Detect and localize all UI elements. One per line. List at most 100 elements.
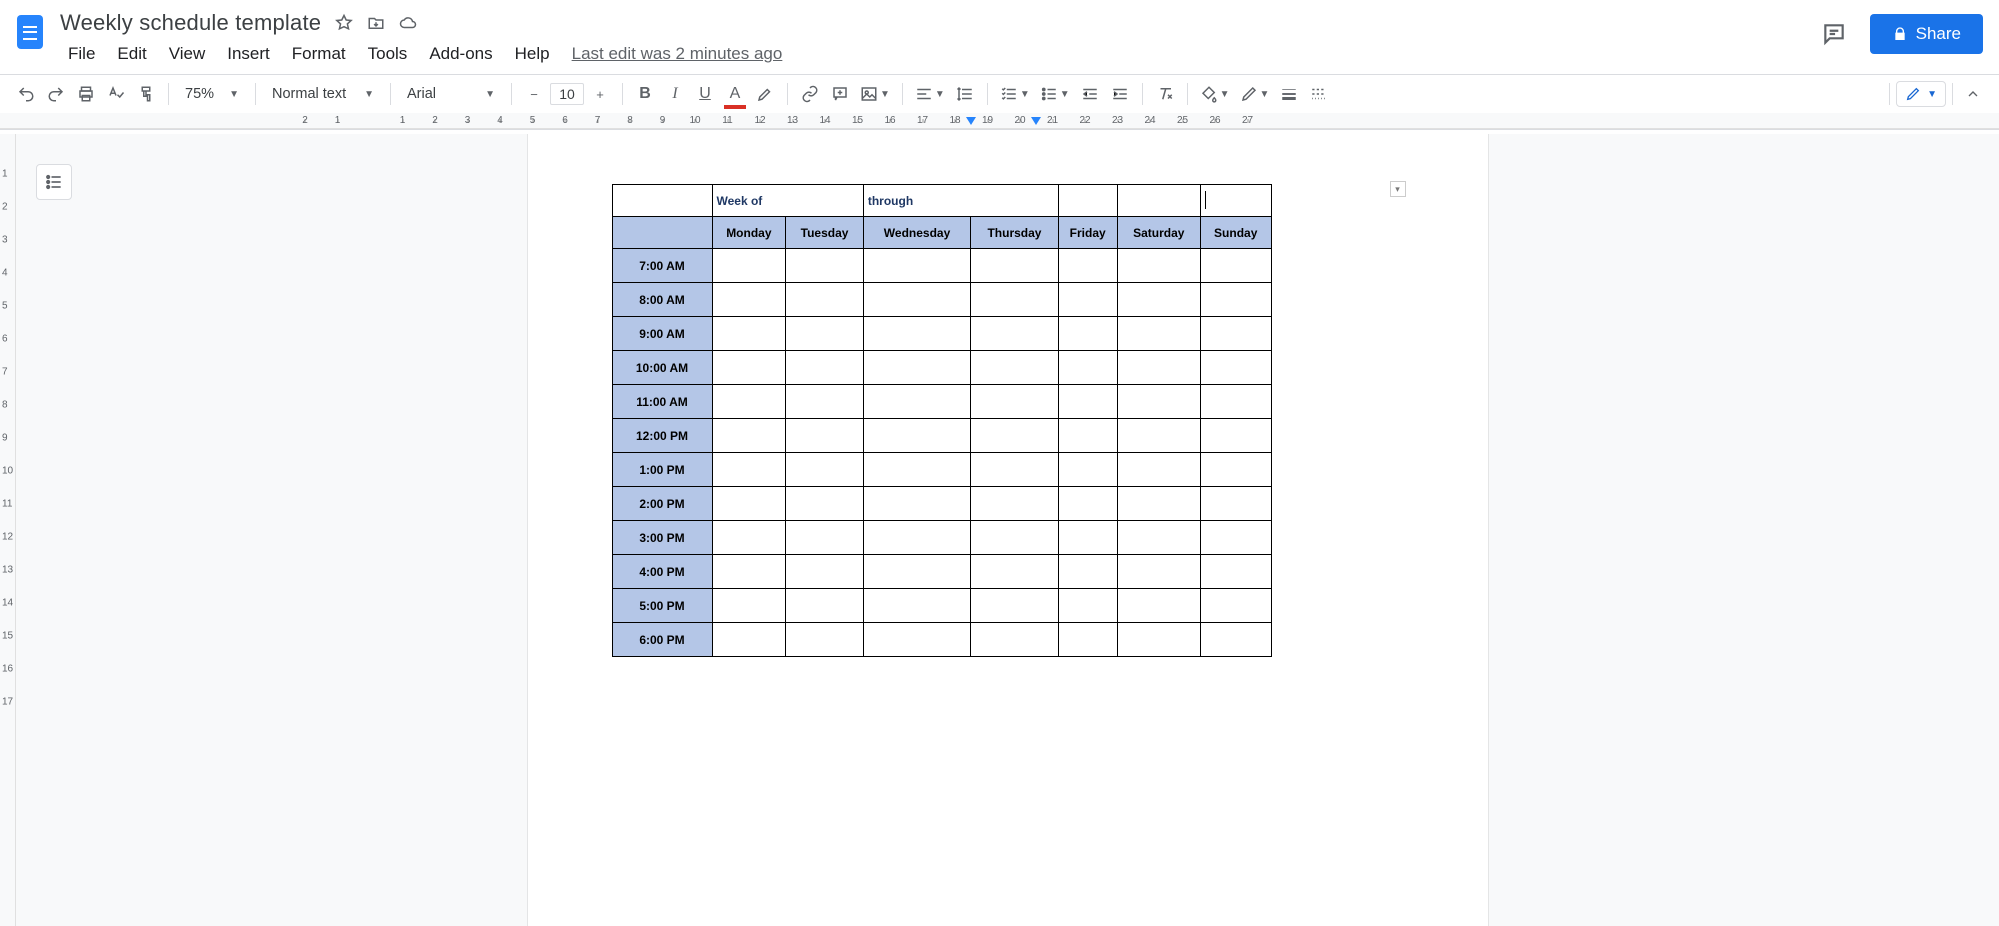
time-label[interactable]: 12:00 PM	[612, 419, 712, 453]
schedule-cell[interactable]	[786, 589, 864, 623]
redo-button[interactable]	[42, 79, 70, 109]
schedule-cell[interactable]	[712, 317, 786, 351]
time-label[interactable]: 4:00 PM	[612, 555, 712, 589]
schedule-cell[interactable]	[1200, 419, 1271, 453]
menu-file[interactable]: File	[58, 40, 105, 68]
day-thursday[interactable]: Thursday	[971, 217, 1059, 249]
menu-insert[interactable]: Insert	[217, 40, 280, 68]
through-label[interactable]: through	[863, 185, 1058, 217]
docs-logo[interactable]	[10, 12, 50, 52]
schedule-cell[interactable]	[712, 589, 786, 623]
line-spacing-button[interactable]	[951, 79, 979, 109]
border-style-button[interactable]	[1305, 79, 1333, 109]
days-row[interactable]: Monday Tuesday Wednesday Thursday Friday…	[612, 217, 1271, 249]
schedule-cell[interactable]	[863, 589, 970, 623]
schedule-cell[interactable]	[1117, 385, 1200, 419]
schedule-cell[interactable]	[863, 249, 970, 283]
time-label[interactable]: 11:00 AM	[612, 385, 712, 419]
border-width-button[interactable]	[1275, 79, 1303, 109]
schedule-cell[interactable]	[1200, 521, 1271, 555]
schedule-cell[interactable]	[971, 487, 1059, 521]
schedule-cell[interactable]	[786, 453, 864, 487]
schedule-cell[interactable]	[1117, 317, 1200, 351]
time-label[interactable]: 1:00 PM	[612, 453, 712, 487]
schedule-cell[interactable]	[1058, 283, 1117, 317]
schedule-cell[interactable]	[971, 555, 1059, 589]
schedule-cell[interactable]	[1200, 317, 1271, 351]
text-color-button[interactable]: A	[721, 79, 749, 109]
schedule-cell[interactable]	[712, 487, 786, 521]
horizontal-ruler[interactable]: 2112345678910111213141516171819202122232…	[0, 113, 1999, 129]
page[interactable]: ▾ Week of through Monday Tuesday	[528, 134, 1488, 926]
day-sunday[interactable]: Sunday	[1200, 217, 1271, 249]
schedule-cell[interactable]	[786, 317, 864, 351]
editing-mode-button[interactable]: ▼	[1896, 81, 1946, 107]
schedule-cell[interactable]	[1117, 283, 1200, 317]
schedule-cell[interactable]	[1058, 521, 1117, 555]
schedule-cell[interactable]	[1058, 419, 1117, 453]
schedule-cell[interactable]	[712, 351, 786, 385]
indent-decrease-button[interactable]	[1076, 79, 1104, 109]
checklist-button[interactable]: ▼	[996, 79, 1034, 109]
schedule-cell[interactable]	[712, 419, 786, 453]
schedule-cell[interactable]	[863, 283, 970, 317]
time-label[interactable]: 6:00 PM	[612, 623, 712, 657]
print-button[interactable]	[72, 79, 100, 109]
font-size-increase[interactable]: +	[586, 79, 614, 109]
paint-format-button[interactable]	[132, 79, 160, 109]
time-label[interactable]: 3:00 PM	[612, 521, 712, 555]
indent-marker[interactable]	[966, 117, 976, 125]
insert-comment-button[interactable]	[826, 79, 854, 109]
schedule-cell[interactable]	[786, 487, 864, 521]
table-row[interactable]: 6:00 PM	[612, 623, 1271, 657]
schedule-cell[interactable]	[971, 317, 1059, 351]
share-button[interactable]: Share	[1870, 14, 1983, 54]
move-icon[interactable]	[367, 14, 385, 32]
cell-blank[interactable]	[612, 217, 712, 249]
schedule-cell[interactable]	[971, 589, 1059, 623]
schedule-cell[interactable]	[712, 453, 786, 487]
cell-blank[interactable]	[1117, 185, 1200, 217]
cell-blank[interactable]	[612, 185, 712, 217]
time-label[interactable]: 8:00 AM	[612, 283, 712, 317]
last-edit[interactable]: Last edit was 2 minutes ago	[572, 44, 783, 64]
schedule-cell[interactable]	[1117, 623, 1200, 657]
day-friday[interactable]: Friday	[1058, 217, 1117, 249]
schedule-cell[interactable]	[863, 521, 970, 555]
schedule-cell[interactable]	[1200, 249, 1271, 283]
schedule-cell[interactable]	[1058, 249, 1117, 283]
undo-button[interactable]	[12, 79, 40, 109]
table-row[interactable]: 5:00 PM	[612, 589, 1271, 623]
font-size-input[interactable]: 10	[550, 83, 584, 105]
schedule-cell[interactable]	[971, 351, 1059, 385]
doc-title[interactable]: Weekly schedule template	[60, 10, 321, 36]
time-label[interactable]: 5:00 PM	[612, 589, 712, 623]
time-label[interactable]: 7:00 AM	[612, 249, 712, 283]
schedule-cell[interactable]	[712, 521, 786, 555]
schedule-cell[interactable]	[1058, 317, 1117, 351]
schedule-cell[interactable]	[971, 453, 1059, 487]
menu-view[interactable]: View	[159, 40, 216, 68]
day-tuesday[interactable]: Tuesday	[786, 217, 864, 249]
schedule-cell[interactable]	[1117, 419, 1200, 453]
week-of-label[interactable]: Week of	[712, 185, 863, 217]
cell-blank[interactable]	[1200, 185, 1271, 217]
day-monday[interactable]: Monday	[712, 217, 786, 249]
schedule-cell[interactable]	[1117, 351, 1200, 385]
schedule-cell[interactable]	[863, 623, 970, 657]
schedule-cell[interactable]	[971, 385, 1059, 419]
table-row[interactable]: 11:00 AM	[612, 385, 1271, 419]
schedule-cell[interactable]	[863, 555, 970, 589]
cloud-icon[interactable]	[399, 14, 417, 32]
comments-button[interactable]	[1816, 16, 1852, 52]
table-row[interactable]: 8:00 AM	[612, 283, 1271, 317]
schedule-cell[interactable]	[863, 351, 970, 385]
table-row[interactable]: 2:00 PM	[612, 487, 1271, 521]
schedule-cell[interactable]	[1200, 283, 1271, 317]
table-row[interactable]: 12:00 PM	[612, 419, 1271, 453]
schedule-cell[interactable]	[786, 555, 864, 589]
day-saturday[interactable]: Saturday	[1117, 217, 1200, 249]
schedule-cell[interactable]	[971, 249, 1059, 283]
cell-blank[interactable]	[1058, 185, 1117, 217]
zoom-select[interactable]: 75%▼	[177, 79, 247, 109]
